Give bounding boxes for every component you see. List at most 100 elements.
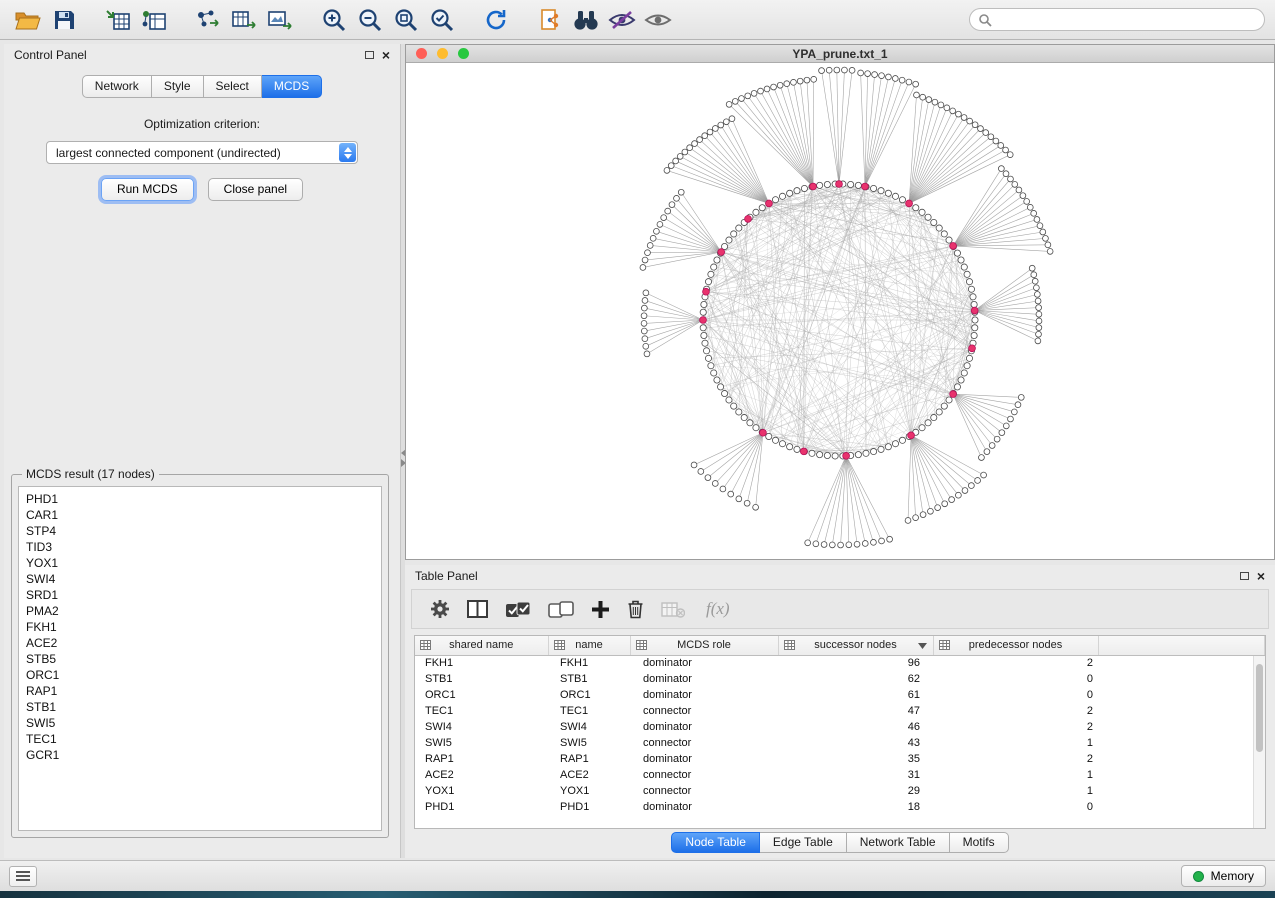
column-type-icon [420,640,431,650]
share-document-button[interactable] [532,4,568,36]
zoom-fit-button[interactable] [388,4,424,36]
status-menu-button[interactable] [9,866,37,887]
search-input[interactable] [998,13,1256,27]
add-column-button[interactable] [591,600,610,619]
table-row[interactable]: SWI4 SWI4 dominator 46 2 [415,719,1265,735]
open-folder-button[interactable] [10,4,46,36]
minimize-window-icon[interactable] [437,48,448,59]
mcds-result-item[interactable]: STB5 [26,651,374,667]
export-network-icon [195,9,221,31]
table-settings-button[interactable] [430,599,450,619]
eye-icon [644,10,672,30]
tab-node-table[interactable]: Node Table [671,832,760,853]
run-mcds-button[interactable]: Run MCDS [101,178,194,201]
table-row[interactable]: TEC1 TEC1 connector 47 2 [415,703,1265,719]
close-window-icon[interactable] [416,48,427,59]
column-header-successor-nodes[interactable]: successor nodes [778,636,933,655]
column-header-mcds-role[interactable]: MCDS role [630,636,778,655]
criterion-dropdown-value: largest connected component (undirected) [56,146,281,160]
cell-filler [1098,719,1265,735]
tab-motifs[interactable]: Motifs [950,832,1009,853]
control-panel-header: Control Panel × [4,44,400,66]
search-network-button[interactable] [568,4,604,36]
deselect-all-button[interactable] [548,601,574,618]
function-builder-icon[interactable]: f(x) [706,599,730,619]
mcds-result-item[interactable]: PMA2 [26,603,374,619]
cell-shared-name: FKH1 [415,655,548,671]
table-row[interactable]: YOX1 YOX1 connector 29 1 [415,783,1265,799]
tab-network-table[interactable]: Network Table [847,832,950,853]
mcds-result-item[interactable]: ACE2 [26,635,374,651]
cell-successor-nodes: 61 [778,687,933,703]
float-panel-icon[interactable] [365,51,374,59]
mcds-result-item[interactable]: GCR1 [26,747,374,763]
table-row[interactable]: SWI5 SWI5 connector 43 1 [415,735,1265,751]
maximize-window-icon[interactable] [458,48,469,59]
close-table-panel-icon[interactable]: × [1257,569,1265,583]
tab-edge-table[interactable]: Edge Table [760,832,847,853]
tab-select[interactable]: Select [204,75,262,98]
delete-table-button[interactable] [661,601,685,618]
cell-name: ORC1 [548,687,630,703]
table-row[interactable]: RAP1 RAP1 dominator 35 2 [415,751,1265,767]
table-row[interactable]: STB1 STB1 dominator 62 0 [415,671,1265,687]
delete-column-button[interactable] [627,599,644,619]
column-header-shared-name[interactable]: shared name [415,636,548,655]
cell-predecessor-nodes: 2 [933,751,1098,767]
search-box [969,8,1265,31]
export-network-button[interactable] [190,4,226,36]
cell-predecessor-nodes: 0 [933,799,1098,815]
cell-shared-name: PHD1 [415,799,548,815]
mcds-result-item[interactable]: STB1 [26,699,374,715]
mcds-result-item[interactable]: RAP1 [26,683,374,699]
mcds-result-item[interactable]: TEC1 [26,731,374,747]
tab-mcds[interactable]: MCDS [262,75,322,98]
network-canvas[interactable] [406,64,1274,559]
import-table-button[interactable] [100,4,136,36]
cell-successor-nodes: 18 [778,799,933,815]
float-table-panel-icon[interactable] [1240,572,1249,580]
column-header-name[interactable]: name [548,636,630,655]
import-network-from-table-button[interactable] [136,4,172,36]
table-row[interactable]: FKH1 FKH1 dominator 96 2 [415,655,1265,671]
table-panel: Table Panel × [405,565,1275,858]
scrollbar-thumb[interactable] [1256,664,1263,752]
table-row[interactable]: ACE2 ACE2 connector 31 1 [415,767,1265,783]
memory-button[interactable]: Memory [1181,865,1266,887]
zoom-selected-button[interactable] [424,4,460,36]
tab-style[interactable]: Style [152,75,204,98]
zoom-in-button[interactable] [316,4,352,36]
export-image-button[interactable] [262,4,298,36]
mcds-result-item[interactable]: STP4 [26,523,374,539]
zoom-out-button[interactable] [352,4,388,36]
close-panel-button[interactable]: Close panel [208,178,303,201]
table-row[interactable]: PHD1 PHD1 dominator 18 0 [415,799,1265,815]
close-panel-icon[interactable]: × [382,48,390,62]
save-session-button[interactable] [46,4,82,36]
birds-eye-view-button[interactable] [640,4,676,36]
select-all-button[interactable] [505,601,531,618]
mcds-result-item[interactable]: CAR1 [26,507,374,523]
export-table-button[interactable] [226,4,262,36]
mcds-result-item[interactable]: YOX1 [26,555,374,571]
mcds-result-item[interactable]: SRD1 [26,587,374,603]
criterion-dropdown[interactable]: largest connected component (undirected) [46,141,358,164]
column-header-predecessor-nodes[interactable]: predecessor nodes [933,636,1098,655]
network-window-title: YPA_prune.txt_1 [406,47,1274,61]
mcds-result-item[interactable]: PHD1 [26,491,374,507]
optimization-criterion-label: Optimization criterion: [4,117,400,131]
mcds-result-item[interactable]: SWI4 [26,571,374,587]
show-columns-button[interactable] [467,600,488,618]
table-scrollbar[interactable] [1253,656,1265,828]
table-row[interactable]: ORC1 ORC1 dominator 61 0 [415,687,1265,703]
mcds-result-item[interactable]: ORC1 [26,667,374,683]
refresh-view-button[interactable] [478,4,514,36]
network-window-titlebar[interactable]: YPA_prune.txt_1 [406,45,1274,63]
hide-graphics-details-button[interactable] [604,4,640,36]
tab-network[interactable]: Network [82,75,152,98]
mcds-result-item[interactable]: SWI5 [26,715,374,731]
mcds-result-item[interactable]: TID3 [26,539,374,555]
mcds-result-item[interactable]: FKH1 [26,619,374,635]
cell-predecessor-nodes: 1 [933,783,1098,799]
cell-mcds-role: connector [630,703,778,719]
